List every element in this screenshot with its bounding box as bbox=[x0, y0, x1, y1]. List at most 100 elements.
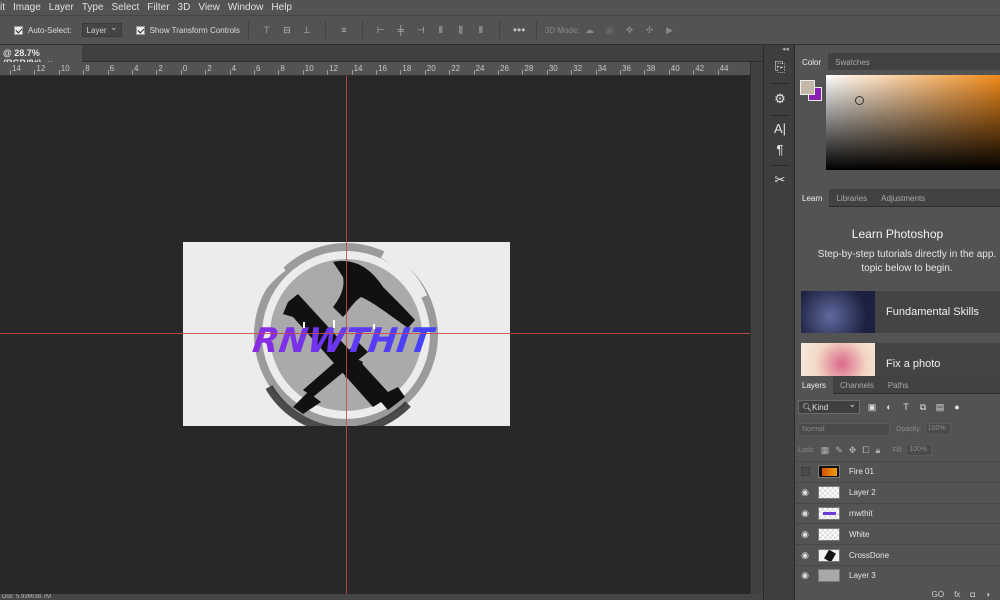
tab-adjustments[interactable]: Adjustments bbox=[874, 189, 932, 207]
align-left-icon[interactable]: ⊢ bbox=[376, 25, 386, 35]
camera-3d-icon[interactable]: ▶ bbox=[665, 25, 675, 35]
character-icon[interactable]: A| bbox=[772, 121, 788, 137]
lock-move-icon[interactable]: ✥ bbox=[849, 445, 857, 456]
fx-icon[interactable]: fx bbox=[954, 590, 960, 599]
filter-kind-dropdown[interactable]: 🔍︎Kind bbox=[798, 399, 860, 414]
menu-window[interactable]: Window bbox=[228, 2, 264, 13]
horizontal-guide[interactable] bbox=[0, 333, 750, 334]
smart-object-filter-icon[interactable]: ▤ bbox=[935, 402, 945, 412]
roll-3d-icon[interactable]: ◎ bbox=[605, 25, 615, 35]
fill-field[interactable]: 100% bbox=[906, 444, 933, 456]
ruler-tick bbox=[205, 70, 207, 75]
tab-libraries[interactable]: Libraries bbox=[829, 189, 874, 207]
shape-filter-icon[interactable]: ⧉ bbox=[918, 402, 928, 412]
vertical-scrollbar[interactable] bbox=[750, 62, 763, 594]
distribute-r-icon[interactable]: ⫴ bbox=[476, 25, 486, 35]
adjustment-layer-icon[interactable]: ◑ bbox=[985, 590, 990, 599]
lock-paint-icon[interactable]: ✎ bbox=[835, 445, 843, 456]
opacity-field[interactable]: 100% bbox=[924, 423, 951, 435]
logo-text: RNWTHIT bbox=[250, 321, 438, 361]
filter-toggle-icon[interactable]: ● bbox=[952, 402, 962, 412]
layer-row[interactable]: ◉ White bbox=[795, 523, 1000, 544]
tab-learn[interactable]: Learn bbox=[795, 189, 830, 207]
layer-name[interactable]: Layer 3 bbox=[849, 571, 876, 580]
auto-select-checkbox[interactable] bbox=[14, 25, 23, 35]
type-filter-icon[interactable]: T bbox=[901, 402, 911, 412]
tool-presets-icon[interactable]: ✂ bbox=[772, 172, 788, 188]
distribute-h-icon[interactable]: ⦀ bbox=[436, 25, 446, 35]
vertical-guide[interactable] bbox=[346, 76, 347, 594]
pixel-filter-icon[interactable]: ▣ bbox=[867, 402, 877, 412]
distribute-c-icon[interactable]: ⫼ bbox=[456, 25, 466, 35]
foreground-color-swatch[interactable] bbox=[800, 80, 815, 95]
color-picker-field[interactable] bbox=[826, 75, 1000, 170]
eye-icon[interactable]: ◉ bbox=[795, 570, 815, 581]
lock-transparent-icon[interactable]: ▦ bbox=[821, 445, 830, 456]
slide-3d-icon[interactable]: ✣ bbox=[645, 25, 655, 35]
menu-help[interactable]: Help bbox=[271, 2, 292, 13]
history-icon[interactable]: ⎘ bbox=[772, 59, 788, 75]
orbit-3d-icon[interactable]: ☁ bbox=[585, 25, 595, 35]
menu-layer[interactable]: Layer bbox=[49, 2, 74, 13]
learn-card[interactable]: Fundamental Skills bbox=[801, 291, 1000, 333]
tab-layers[interactable]: Layers bbox=[795, 376, 834, 394]
tab-swatches[interactable]: Swatches bbox=[828, 53, 877, 71]
drag-3d-icon[interactable]: ✥ bbox=[625, 25, 635, 35]
link-layers-icon[interactable]: GO bbox=[932, 590, 944, 599]
properties-icon[interactable]: ⚙ bbox=[772, 91, 788, 107]
layer-name[interactable]: White bbox=[849, 530, 869, 539]
eye-icon[interactable]: ◉ bbox=[795, 550, 815, 561]
layer-row[interactable]: ◉ CrossDone bbox=[795, 544, 1000, 565]
paragraph-icon[interactable]: ¶ bbox=[772, 142, 788, 158]
layer-row[interactable]: ◉ Layer 3 bbox=[795, 564, 1000, 586]
ruler-tick bbox=[351, 70, 353, 75]
menu-select[interactable]: Select bbox=[112, 2, 140, 13]
menu-image[interactable]: Image bbox=[13, 2, 41, 13]
blend-row: Normal Opacity: 100% bbox=[795, 422, 1000, 436]
lock-all-icon[interactable]: 🔒︎ bbox=[876, 445, 881, 456]
menu-view[interactable]: View bbox=[198, 2, 220, 13]
align-right-icon[interactable]: ⊣ bbox=[416, 25, 426, 35]
ruler-tick bbox=[58, 70, 60, 75]
menu-3d[interactable]: 3D bbox=[178, 2, 191, 13]
blend-mode-dropdown[interactable]: Normal bbox=[798, 422, 890, 436]
tab-paths[interactable]: Paths bbox=[881, 376, 915, 394]
align-top-icon[interactable]: ⊤ bbox=[262, 25, 272, 35]
ruler-tick-label: 12 bbox=[36, 64, 46, 73]
distribute-icon[interactable]: ≡ bbox=[339, 25, 349, 35]
collapse-arrows-icon[interactable]: ◂◂ bbox=[782, 45, 789, 53]
align-bottom-icon[interactable]: ⊥ bbox=[302, 25, 312, 35]
lock-artboard-icon[interactable]: ⧠ bbox=[862, 445, 869, 456]
eye-icon[interactable]: ◉ bbox=[795, 529, 815, 540]
eye-icon[interactable]: ◉ bbox=[795, 508, 815, 519]
layer-row[interactable]: ◉ rnwthit bbox=[795, 502, 1000, 524]
ruler-tick bbox=[10, 70, 11, 75]
add-mask-icon[interactable]: ◘ bbox=[970, 590, 975, 599]
menu-edit[interactable]: it bbox=[0, 2, 5, 13]
layer-row[interactable]: ◉ Layer 2 bbox=[795, 481, 1000, 503]
align-hcenter-icon[interactable]: ╪ bbox=[396, 25, 406, 35]
align-vcenter-icon[interactable]: ⊟ bbox=[282, 25, 292, 35]
color-picker-cursor[interactable] bbox=[855, 96, 864, 105]
layer-name[interactable]: Layer 2 bbox=[849, 488, 876, 497]
ruler-tick-label: 4 bbox=[134, 64, 139, 73]
menu-filter[interactable]: Filter bbox=[147, 2, 169, 13]
divider bbox=[324, 21, 326, 39]
show-transform-checkbox[interactable] bbox=[135, 25, 145, 35]
layer-name[interactable]: Fire 01 bbox=[849, 467, 874, 476]
document-tab[interactable]: @ 28.7% (RGB/8#)× bbox=[0, 45, 82, 68]
menu-type[interactable]: Type bbox=[82, 2, 104, 13]
eye-icon[interactable]: ◉ bbox=[795, 487, 815, 498]
canvas-area[interactable]: RNWTHIT bbox=[0, 76, 750, 594]
divider bbox=[247, 21, 249, 39]
tab-channels[interactable]: Channels bbox=[833, 376, 881, 394]
ruler-tick-label: 32 bbox=[573, 64, 583, 73]
tab-color[interactable]: Color bbox=[795, 53, 829, 71]
adjustment-filter-icon[interactable]: ◐ bbox=[884, 402, 894, 412]
layer-name[interactable]: CrossDone bbox=[849, 551, 889, 560]
auto-select-dropdown[interactable]: Layer bbox=[81, 22, 122, 37]
visibility-toggle[interactable] bbox=[795, 467, 815, 477]
layer-row[interactable]: Fire 01 bbox=[795, 461, 1000, 482]
layer-name[interactable]: rnwthit bbox=[849, 509, 873, 518]
more-options-icon[interactable]: ••• bbox=[513, 24, 526, 36]
